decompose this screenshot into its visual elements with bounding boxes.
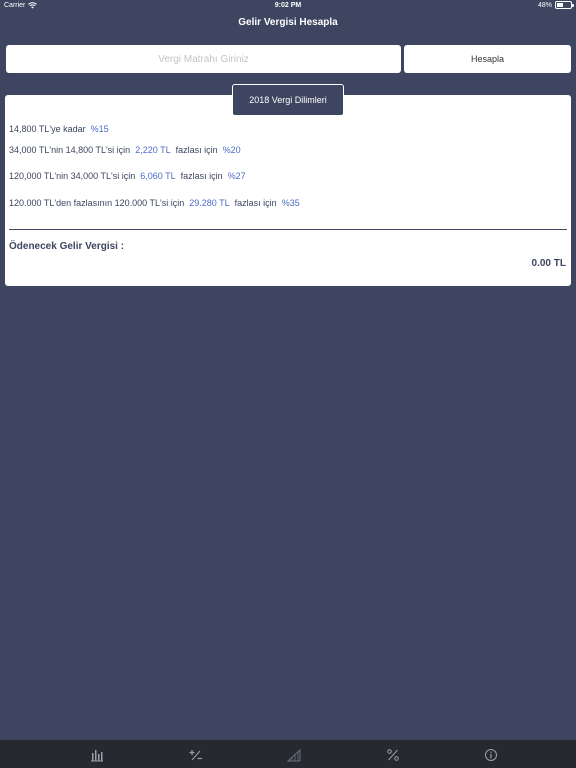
calculate-button[interactable]: Hesapla <box>404 45 571 73</box>
battery-percent: 48% <box>537 1 552 9</box>
bracket-rate: %20 <box>222 145 241 155</box>
bracket-row-4: 120.000 TL'den fazlasının 120.000 TL'si … <box>9 198 300 208</box>
tax-brackets-tab[interactable]: 2018 Vergi Dilimleri <box>232 84 344 116</box>
battery-icon <box>555 1 574 9</box>
info-icon[interactable] <box>484 748 498 762</box>
plus-minus-icon[interactable] <box>189 748 203 762</box>
bracket-rate: %27 <box>227 171 246 181</box>
bracket-suffix: fazlası için <box>180 171 223 181</box>
status-bar: Carrier 9:02 PM 48% <box>0 0 576 12</box>
bracket-text: 120.000 TL'den fazlasının 120.000 TL'si … <box>9 198 185 208</box>
result-value: 0.00 TL <box>531 258 566 269</box>
bracket-amount: 6,060 TL <box>140 171 176 181</box>
bracket-row-2: 34,000 TL'nin 14,800 TL'si için 2,220 TL… <box>9 145 241 155</box>
bracket-text: 34,000 TL'nin 14,800 TL'si için <box>9 145 131 155</box>
bracket-amount: 2,220 TL <box>135 145 171 155</box>
chart-icon[interactable] <box>90 748 104 762</box>
page-title: Gelir Vergisi Hesapla <box>238 17 338 28</box>
bracket-amount: 29.280 TL <box>189 198 230 208</box>
percent-icon[interactable] <box>386 748 400 762</box>
bracket-row-3: 120,000 TL'nin 34,000 TL'si için 6,060 T… <box>9 171 246 181</box>
matrah-input[interactable] <box>6 45 401 73</box>
ramp-icon[interactable] <box>287 748 301 762</box>
result-label: Ödenecek Gelir Vergisi : <box>9 241 125 252</box>
tab-bar <box>0 740 576 768</box>
bracket-suffix: fazlası için <box>175 145 218 155</box>
bracket-row-1: 14,800 TL'ye kadar %15 <box>9 124 109 134</box>
bracket-text: 14,800 TL'ye kadar <box>9 124 86 134</box>
divider <box>9 229 567 230</box>
battery: 48% <box>537 1 574 9</box>
bracket-text: 120,000 TL'nin 34,000 TL'si için <box>9 171 136 181</box>
input-row: Hesapla <box>6 45 571 73</box>
bracket-rate: %35 <box>281 198 300 208</box>
bracket-suffix: fazlası için <box>234 198 277 208</box>
clock: 9:02 PM <box>274 2 302 9</box>
bracket-rate: %15 <box>90 124 109 134</box>
